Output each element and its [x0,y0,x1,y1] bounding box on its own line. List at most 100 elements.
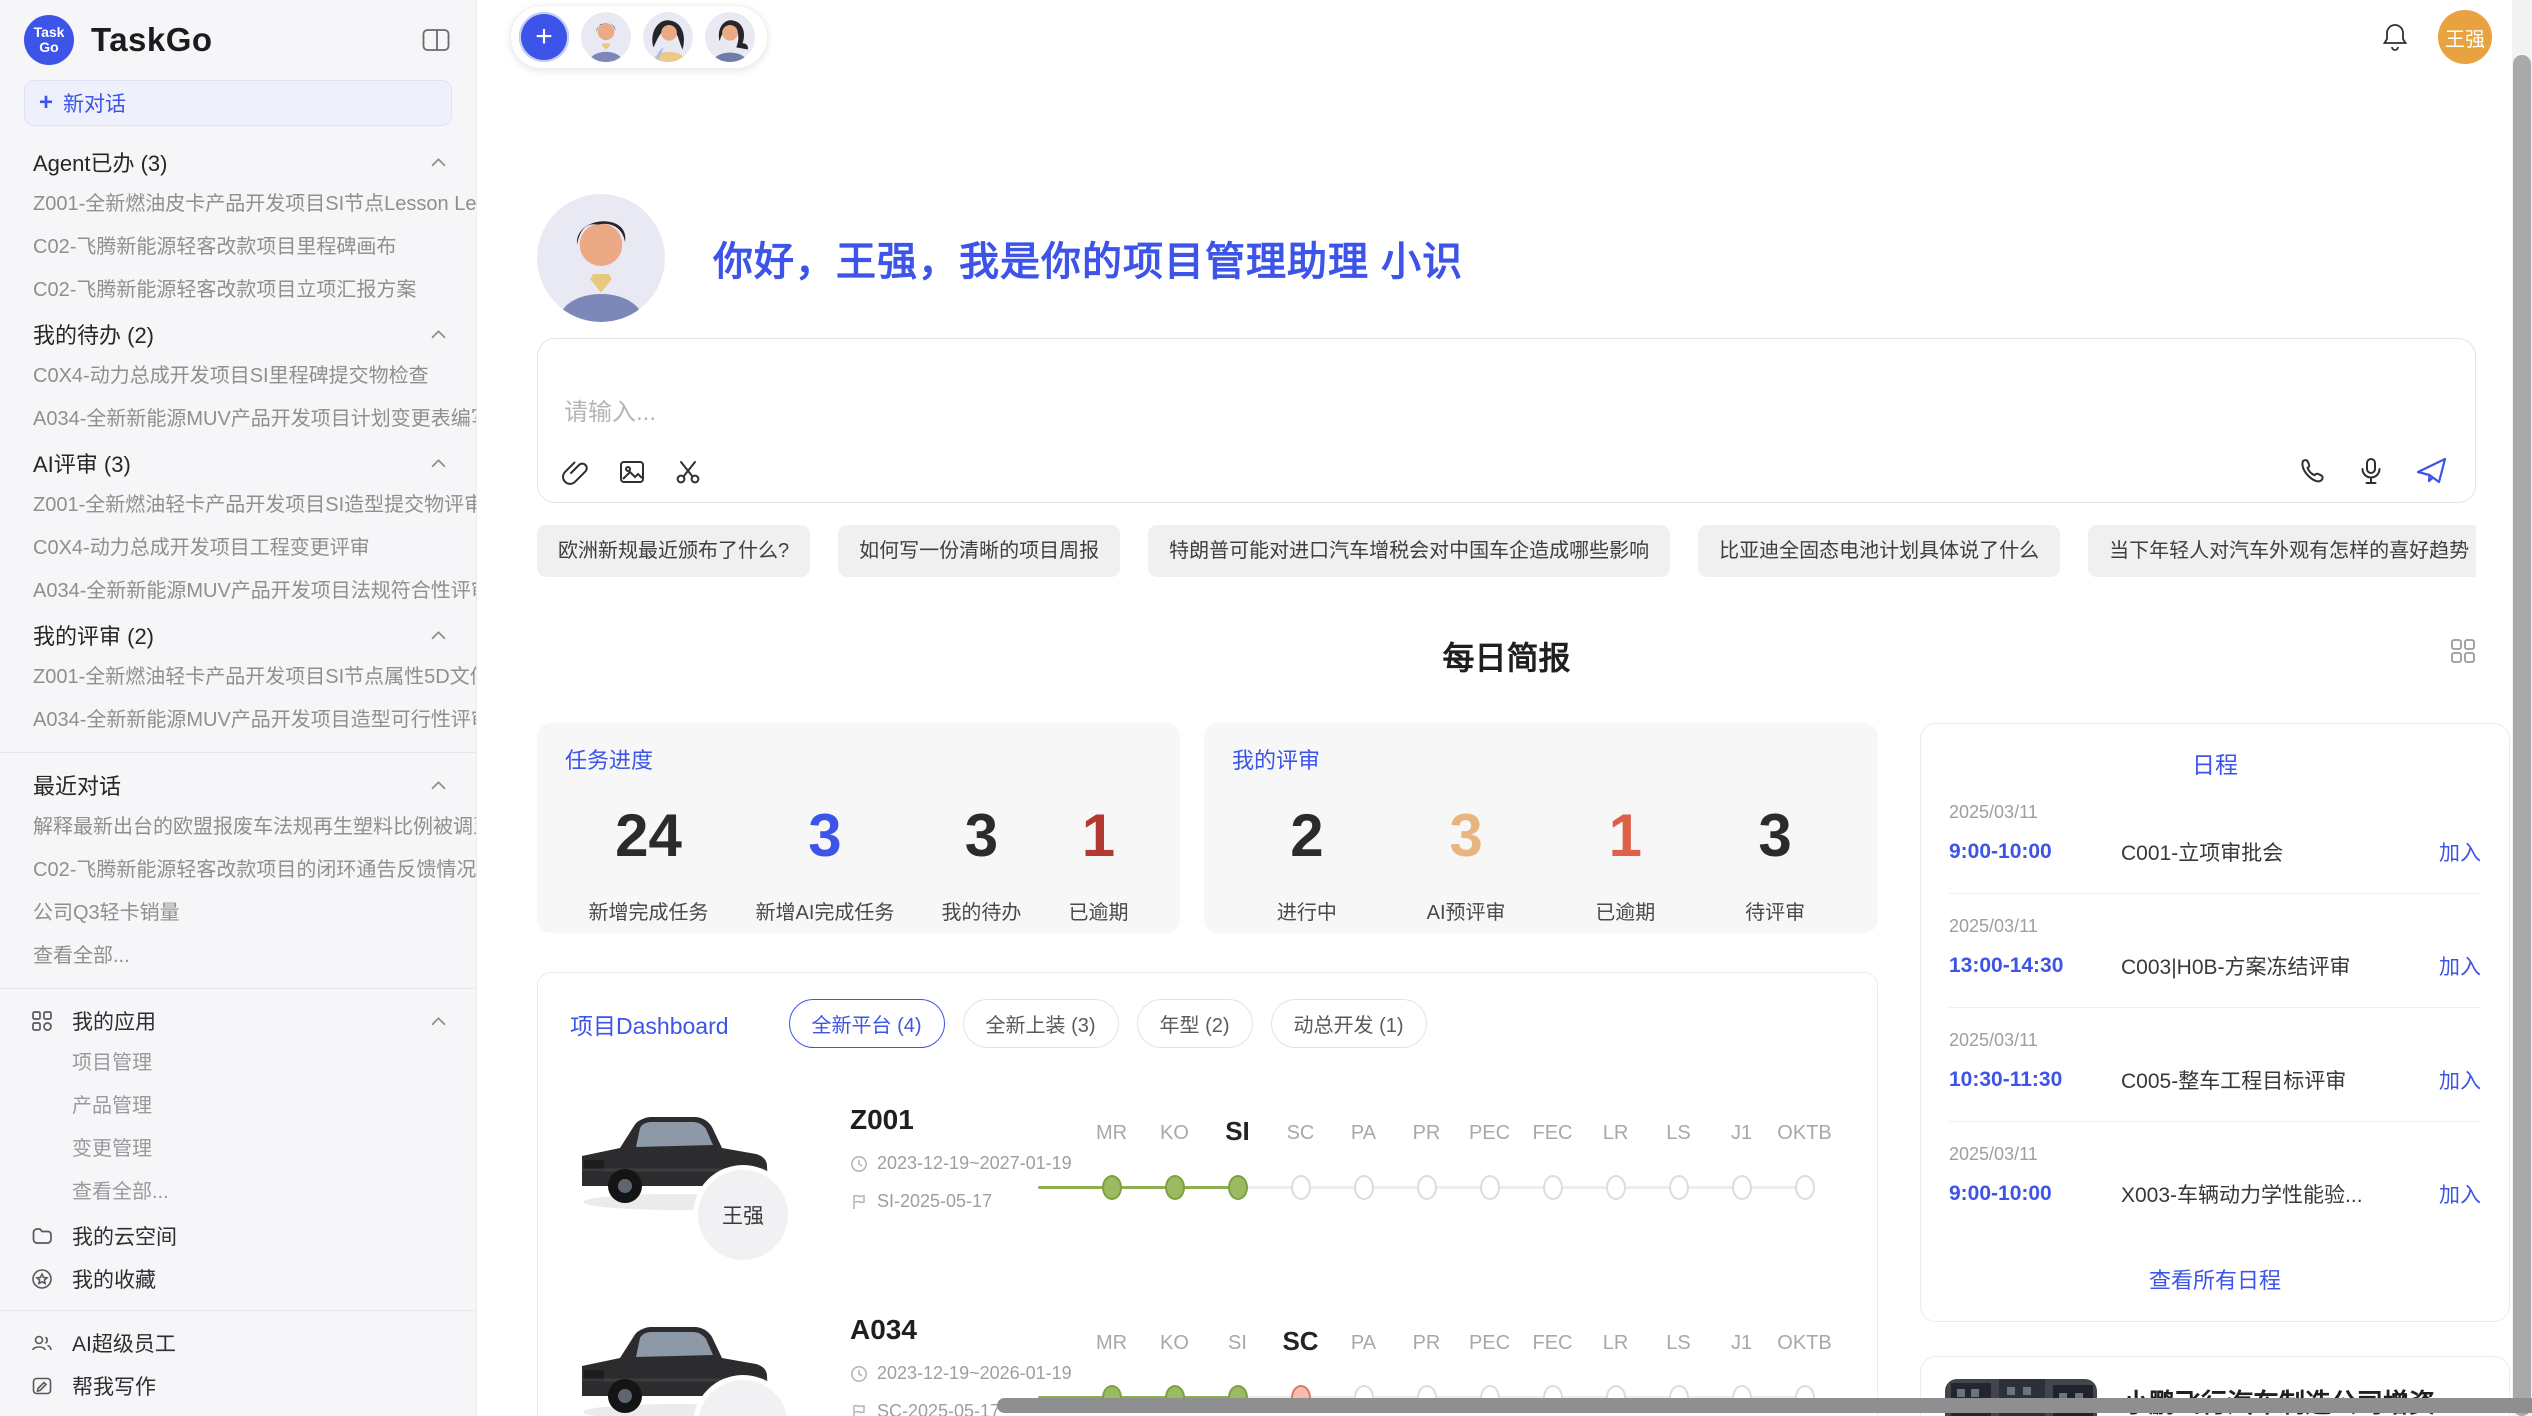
dashboard-tab[interactable]: 年型 (2) [1137,999,1253,1048]
chevron-up-icon[interactable] [431,157,446,167]
schedule-event-title: X003-车辆动力学性能验... [2121,1179,2439,1209]
schedule-join-link[interactable]: 加入 [2439,1065,2481,1095]
layout-grid-icon[interactable] [2450,638,2476,664]
suggestion-chip[interactable]: 比亚迪全固态电池计划具体说了什么 [1698,525,2060,577]
sidebar-item[interactable]: C02-飞腾新能源轻客改款项目里程碑画布 [0,226,476,269]
sidebar-groups: Agent已办 (3)Z001-全新燃油皮卡产品开发项目SI节点Lesson L… [0,140,476,742]
chevron-up-icon[interactable] [431,1016,446,1026]
daily-briefing-header: 每日简报 [537,633,2476,673]
sidebar-item[interactable]: Z001-全新燃油皮卡产品开发项目SI节点Lesson Learn报告 [0,183,476,226]
my-apps-child[interactable]: 变更管理 [0,1128,476,1171]
agent-avatar-1[interactable] [581,12,631,62]
add-agent-button[interactable]: + [519,12,569,62]
stat: 24新增完成任务 [589,801,709,925]
sidebar-item[interactable]: C02-飞腾新能源轻客改款项目立项汇报方案 [0,269,476,312]
phone-icon[interactable] [2297,456,2327,486]
project-date-range: 2023-12-19~2027-01-19 [877,1153,1072,1174]
microphone-icon[interactable] [2357,456,2385,486]
sidebar-item[interactable]: C0X4-动力总成开发项目SI里程碑提交物检查 [0,355,476,398]
milestone-label: FEC [1521,1332,1584,1355]
suggestion-chip[interactable]: 当下年轻人对汽车外观有怎样的喜好趋势 [2088,525,2476,577]
milestone-dot [1417,1175,1437,1200]
sidebar-group-header[interactable]: Agent已办 (3) [0,140,476,183]
sidebar-item-writing[interactable]: 帮我写作 [0,1364,476,1407]
milestone-dot [1480,1175,1500,1200]
send-icon[interactable] [2415,456,2449,486]
cloud-folder-icon [30,1225,54,1247]
grid-icon [30,1010,54,1032]
schedule-join-link[interactable]: 加入 [2439,837,2481,867]
suggestion-chip[interactable]: 如何写一份清晰的项目周报 [838,525,1120,577]
dashboard-title: 项目Dashboard [570,1007,729,1041]
new-chat-button[interactable]: + 新对话 [24,80,452,126]
composer [537,338,2476,503]
sidebar-item-cloud[interactable]: 我的云空间 [0,1214,476,1257]
sidebar-item-favorites[interactable]: 我的收藏 [0,1257,476,1300]
sidebar-group-header[interactable]: AI评审 (3) [0,441,476,484]
recent-chat-list: 解释最新出台的欧盟报废车法规再生塑料比例被调至15%...C02-飞腾新能源轻客… [0,806,476,935]
scissors-icon[interactable] [674,458,702,486]
schedule-view-all[interactable]: 查看所有日程 [1949,1263,2481,1295]
dashboard-tab[interactable]: 全新上装 (3) [963,999,1119,1048]
stat-value: 3 [1427,801,1506,870]
attachment-icon[interactable] [562,458,590,486]
apps-view-all[interactable]: 查看全部... [0,1171,476,1214]
stat: 3我的待办 [941,801,1021,925]
sidebar-item[interactable]: C0X4-动力总成开发项目工程变更评审 [0,527,476,570]
agent-avatar-2[interactable] [643,12,693,62]
milestone-label: MR [1080,1332,1143,1355]
dashboard-tab[interactable]: 动总开发 (1) [1271,999,1427,1048]
project-dates: 2023-12-19~2026-01-19 [850,1363,1080,1384]
sidebar-item[interactable]: A034-全新新能源MUV产品开发项目造型可行性评审 [0,699,476,742]
sidebar-collapse-icon[interactable] [422,28,450,52]
sidebar-item-my-apps[interactable]: 我的应用 [0,999,476,1042]
agent-avatar-3[interactable] [705,12,755,62]
chevron-up-icon[interactable] [431,780,446,790]
suggestion-chip[interactable]: 特朗普可能对进口汽车增税会对中国车企造成哪些影响 [1148,525,1670,577]
sidebar-item-creative-drawing[interactable]: 创意制图 [0,1407,476,1416]
dashboard-tab[interactable]: 全新平台 (4) [789,999,945,1048]
recent-chat-item[interactable]: 公司Q3轻卡销量 [0,892,476,935]
my-apps-child[interactable]: 项目管理 [0,1042,476,1085]
suggestion-chip[interactable]: 欧洲新规最近颁布了什么? [537,525,810,577]
vertical-scrollbar[interactable] [2513,55,2531,1416]
chevron-up-icon[interactable] [431,458,446,468]
schedule-event-title: C005-整车工程目标评审 [2121,1065,2439,1095]
new-chat-label: 新对话 [63,88,126,118]
sidebar-group-header-recent[interactable]: 最近对话 [0,763,476,806]
sidebar-item[interactable]: Z001-全新燃油轻卡产品开发项目SI造型提交物评审 [0,484,476,527]
sidebar-item-ai-staff[interactable]: AI超级员工 [0,1321,476,1364]
milestone-label: LS [1647,1332,1710,1355]
user-avatar[interactable]: 王强 [2438,10,2492,64]
image-icon[interactable] [618,458,646,486]
recent-chat-item[interactable]: 解释最新出台的欧盟报废车法规再生塑料比例被调至15%... [0,806,476,849]
schedule-time: 9:00-10:00 [1949,840,2121,864]
sidebar-item[interactable]: A034-全新新能源MUV产品开发项目法规符合性评审 [0,570,476,613]
notification-bell-icon[interactable] [2380,21,2410,53]
horizontal-scrollbar[interactable] [997,1398,2532,1413]
project-code: A034 [850,1314,1080,1346]
daily-briefing-title: 每日简报 [537,633,2476,679]
schedule-join-link[interactable]: 加入 [2439,951,2481,981]
milestone-label: SI [1206,1116,1269,1147]
recent-chat-item[interactable]: C02-飞腾新能源轻客改款项目的闭环通告反馈情况 [0,849,476,892]
milestone-track: MRKOSISCPAPRPECFECLRLSJ1OKTB [1080,1090,1836,1250]
recent-view-all[interactable]: 查看全部... [0,935,476,978]
sidebar-item[interactable]: A034-全新新能源MUV产品开发项目计划变更表编写 [0,398,476,441]
sidebar-group-header[interactable]: 我的待办 (2) [0,312,476,355]
milestone-label: SI [1206,1332,1269,1355]
milestone-label: PA [1332,1332,1395,1355]
chevron-up-icon[interactable] [431,329,446,339]
project-date-range: 2023-12-19~2026-01-19 [877,1363,1072,1384]
my-apps-child[interactable]: 产品管理 [0,1085,476,1128]
milestone-label: SC [1269,1122,1332,1145]
dashboard-tabs: 全新平台 (4) 全新上装 (3) 年型 (2) 动总开发 (1) [789,999,1427,1048]
schedule-join-link[interactable]: 加入 [2439,1179,2481,1209]
project-code: Z001 [850,1104,1080,1136]
sidebar-group-header[interactable]: 我的评审 (2) [0,613,476,656]
project-flag-label: SI-2025-05-17 [877,1191,992,1212]
sidebar-item[interactable]: Z001-全新燃油轻卡产品开发项目SI节点属性5D文件评审 [0,656,476,699]
chat-input[interactable] [564,399,1726,427]
people-icon [30,1332,54,1354]
chevron-up-icon[interactable] [431,630,446,640]
